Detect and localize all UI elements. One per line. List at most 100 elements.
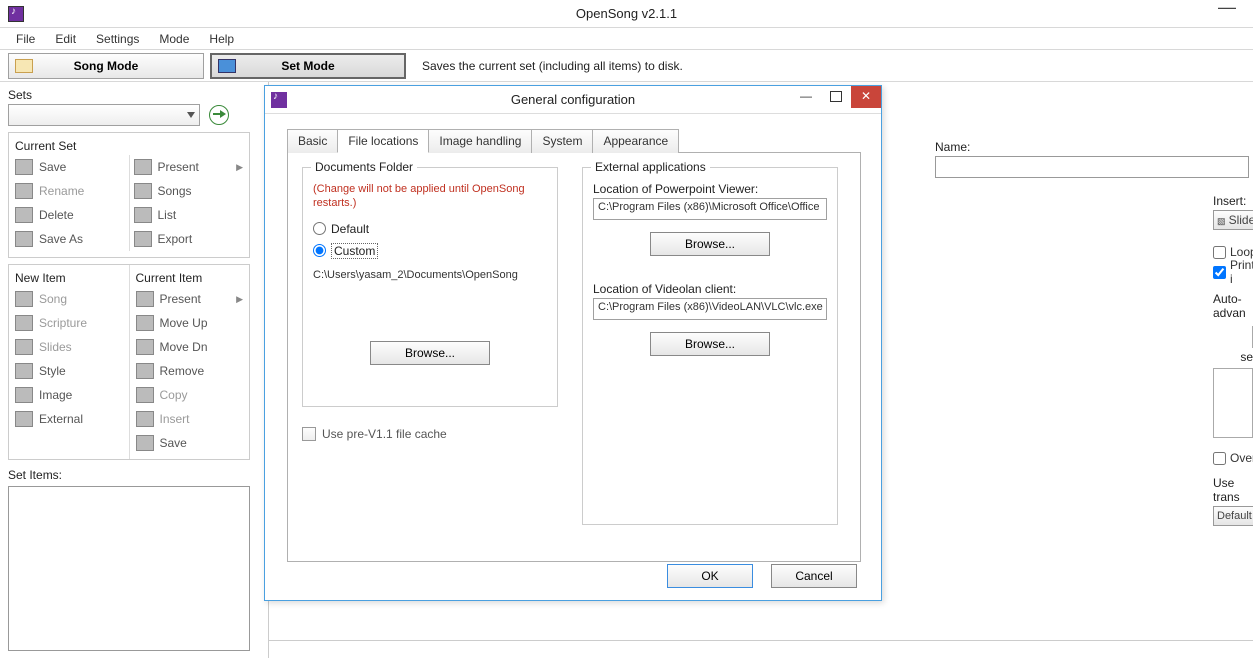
present-icon: [134, 159, 152, 175]
ni-image[interactable]: Image: [11, 383, 127, 407]
set-mode-label: Set Mode: [281, 59, 334, 73]
minimize-button[interactable]: —: [1207, 0, 1247, 22]
ci-remove[interactable]: Remove: [132, 359, 248, 383]
left-panel: Sets Current Set Save Rename Delete Save…: [8, 88, 250, 651]
ppt-path-input[interactable]: C:\Program Files (x86)\Microsoft Office\…: [593, 198, 827, 220]
divider-bottom: [268, 640, 1253, 641]
loop-checkbox[interactable]: [1213, 246, 1226, 259]
scripture-icon: [15, 315, 33, 331]
app-title: OpenSong v2.1.1: [576, 6, 677, 21]
custom-radio-label: Custom: [331, 243, 378, 259]
ci-save[interactable]: Save: [132, 431, 248, 455]
cs-songs[interactable]: Songs: [130, 179, 248, 203]
docs-path: C:\Users\yasam_2\Documents\OpenSong: [313, 269, 547, 281]
dialog-tabs: Basic File locations Image handling Syst…: [287, 128, 881, 152]
left-column: Documents Folder (Change will not be app…: [302, 167, 558, 547]
cancel-button[interactable]: Cancel: [771, 564, 857, 588]
menu-help[interactable]: Help: [201, 30, 242, 48]
ci-present[interactable]: Present▶: [132, 287, 248, 311]
slides-icon: [15, 339, 33, 355]
menu-mode[interactable]: Mode: [151, 30, 197, 48]
docs-browse-button[interactable]: Browse...: [370, 341, 490, 365]
print-checkbox-row[interactable]: Print i: [1213, 262, 1253, 282]
ok-button[interactable]: OK: [667, 564, 753, 588]
tab-basic[interactable]: Basic: [287, 129, 338, 153]
ni-scripture[interactable]: Scripture: [11, 311, 127, 335]
ext-legend: External applications: [591, 160, 710, 174]
default-button[interactable]: Default: [1213, 506, 1253, 526]
cache-checkbox-row[interactable]: Use pre-V1.1 file cache: [302, 427, 558, 441]
set-mode-button[interactable]: Set Mode: [210, 53, 406, 79]
current-set-header: Current Set: [11, 137, 247, 155]
tab-appearance[interactable]: Appearance: [592, 129, 679, 153]
tab-system[interactable]: System: [531, 129, 593, 153]
saveas-icon: [15, 231, 33, 247]
dialog-close-button[interactable]: ✕: [851, 86, 881, 108]
song-icon: [15, 291, 33, 307]
custom-radio-row[interactable]: Custom: [313, 241, 547, 261]
slide-button[interactable]: ▧ Slide: [1213, 210, 1253, 230]
menu-settings[interactable]: Settings: [88, 30, 147, 48]
custom-radio[interactable]: [313, 244, 326, 257]
dialog-title: General configuration: [511, 92, 635, 107]
menu-edit[interactable]: Edit: [47, 30, 84, 48]
song-mode-button[interactable]: Song Mode: [8, 53, 204, 79]
dialog-app-icon: [271, 92, 287, 108]
cs-save-as[interactable]: Save As: [11, 227, 129, 251]
cache-checkbox[interactable]: [302, 427, 316, 441]
dialog-maximize-button[interactable]: [821, 86, 851, 108]
delete-icon: [15, 207, 33, 223]
set-items-list[interactable]: [8, 486, 250, 651]
set-mode-icon: [218, 59, 236, 73]
cs-rename[interactable]: Rename: [11, 179, 129, 203]
insert-label: Insert:: [1213, 194, 1253, 208]
copy-icon: [136, 387, 154, 403]
new-item-header: New Item: [11, 269, 127, 287]
notes-box[interactable]: [1213, 368, 1253, 438]
right-panel: Name: Insert: ▧ Slide Loop Print i Auto-…: [925, 140, 1253, 526]
list-icon: [134, 207, 152, 223]
external-icon: [15, 411, 33, 427]
name-input[interactable]: [935, 156, 1249, 178]
tab-image-handling[interactable]: Image handling: [428, 129, 532, 153]
print-checkbox[interactable]: [1213, 266, 1226, 279]
menubar: File Edit Settings Mode Help: [0, 28, 1253, 50]
ci-copy[interactable]: Copy: [132, 383, 248, 407]
sets-dropdown[interactable]: [8, 104, 200, 126]
dialog-minimize-button[interactable]: —: [791, 86, 821, 108]
tab-file-locations[interactable]: File locations: [337, 129, 429, 153]
ni-external[interactable]: External: [11, 407, 127, 431]
default-radio-row[interactable]: Default: [313, 219, 547, 239]
ci-move-dn[interactable]: Move Dn: [132, 335, 248, 359]
image-icon: [15, 387, 33, 403]
cs-list[interactable]: List: [130, 203, 248, 227]
items-box: New Item Song Scripture Slides Style Ima…: [8, 264, 250, 460]
ci-insert[interactable]: Insert: [132, 407, 248, 431]
save-icon: [15, 159, 33, 175]
ni-style[interactable]: Style: [11, 359, 127, 383]
dialog-titlebar[interactable]: General configuration — ✕: [265, 86, 881, 114]
documents-folder-fieldset: Documents Folder (Change will not be app…: [302, 167, 558, 407]
cs-present[interactable]: Present▶: [130, 155, 248, 179]
add-set-button[interactable]: [209, 105, 229, 125]
overr-checkbox-row[interactable]: Overr: [1213, 448, 1253, 468]
overr-checkbox[interactable]: [1213, 452, 1226, 465]
vlc-path-input[interactable]: C:\Program Files (x86)\VideoLAN\VLC\vlc.…: [593, 298, 827, 320]
ci-move-up[interactable]: Move Up: [132, 311, 248, 335]
menu-file[interactable]: File: [8, 30, 43, 48]
dialog-window-controls: — ✕: [791, 86, 881, 108]
tab-body: Documents Folder (Change will not be app…: [287, 152, 861, 562]
ppt-browse-button[interactable]: Browse...: [650, 232, 770, 256]
vlc-browse-button[interactable]: Browse...: [650, 332, 770, 356]
use-trans-label: Use trans: [1213, 476, 1253, 504]
ni-slides[interactable]: Slides: [11, 335, 127, 359]
rename-icon: [15, 183, 33, 199]
auto-adv-label: Auto-advan: [1213, 292, 1253, 320]
app-icon: [8, 6, 24, 22]
cs-save[interactable]: Save: [11, 155, 129, 179]
dialog-buttons: OK Cancel: [667, 564, 857, 588]
ni-song[interactable]: Song: [11, 287, 127, 311]
cs-delete[interactable]: Delete: [11, 203, 129, 227]
default-radio[interactable]: [313, 222, 326, 235]
cs-export[interactable]: Export: [130, 227, 248, 251]
